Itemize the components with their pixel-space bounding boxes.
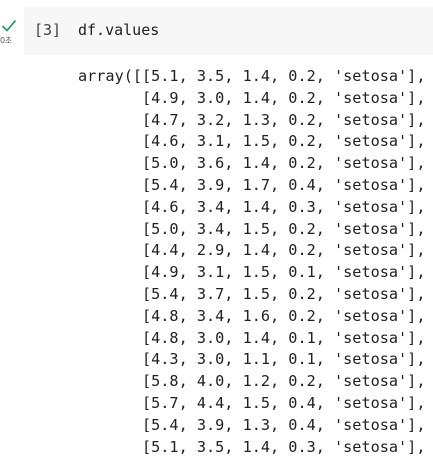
- output-line: [4.6, 3.1, 1.5, 0.2, 'setosa'],: [78, 132, 426, 151]
- output-line: [5.8, 4.0, 1.2, 0.2, 'setosa'],: [78, 372, 426, 391]
- output-line: [4.7, 3.2, 1.3, 0.2, 'setosa'],: [78, 110, 426, 129]
- output-line: [5.4, 3.9, 1.7, 0.4, 'setosa'],: [78, 175, 426, 194]
- output-line: [5.0, 3.6, 1.4, 0.2, 'setosa'],: [78, 154, 426, 173]
- output-line: [4.4, 2.9, 1.4, 0.2, 'setosa'],: [78, 241, 426, 260]
- output-line: [5.4, 3.7, 1.5, 0.2, 'setosa'],: [78, 284, 426, 303]
- output-line: [4.6, 3.4, 1.4, 0.3, 'setosa'],: [78, 197, 426, 216]
- output-line: [5.1, 3.5, 1.4, 0.3, 'setosa'],: [78, 437, 426, 456]
- code-text[interactable]: df.values: [78, 21, 159, 39]
- check-icon: [1, 18, 17, 32]
- output-line: [4.9, 3.1, 1.5, 0.1, 'setosa'],: [78, 263, 426, 282]
- output-line: [4.8, 3.4, 1.6, 0.2, 'setosa'],: [78, 306, 426, 325]
- cell-output: array([[5.1, 3.5, 1.4, 0.2, 'setosa'], […: [78, 66, 425, 458]
- output-line: [5.4, 3.9, 1.3, 0.4, 'setosa'],: [78, 415, 426, 434]
- output-line: [4.8, 3.0, 1.4, 0.1, 'setosa'],: [78, 328, 426, 347]
- output-line: [4.9, 3.0, 1.4, 0.2, 'setosa'],: [78, 88, 426, 107]
- output-line: [4.3, 3.0, 1.1, 0.1, 'setosa'],: [78, 350, 426, 369]
- output-line: [5.7, 4.4, 1.5, 0.4, 'setosa'],: [78, 393, 426, 412]
- execution-time: 0초: [0, 36, 12, 45]
- code-editor[interactable]: [3] df.values: [24, 7, 433, 55]
- execution-count: [3]: [34, 21, 62, 39]
- notebook-code-cell: 0초 [3] df.values array([[5.1, 3.5, 1.4, …: [0, 0, 433, 456]
- cell-gutter: 0초: [0, 14, 22, 50]
- output-line: array([[5.1, 3.5, 1.4, 0.2, 'setosa'],: [78, 67, 426, 85]
- output-line: [5.0, 3.4, 1.5, 0.2, 'setosa'],: [78, 219, 426, 238]
